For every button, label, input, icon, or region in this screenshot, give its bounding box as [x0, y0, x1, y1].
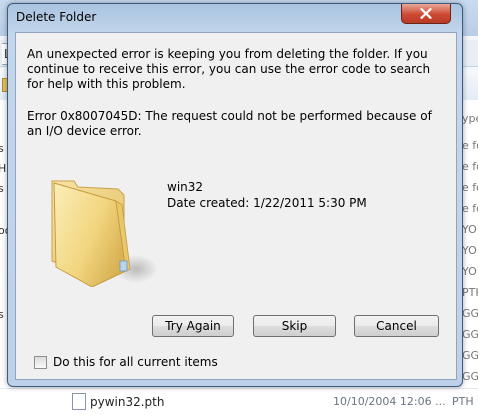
type-cell-fragment: e fo	[462, 202, 478, 215]
error-code-message: Error 0x8007045D: The request could not …	[27, 109, 432, 138]
delete-folder-dialog: Delete Folder An unexpected error is kee…	[7, 3, 463, 387]
type-cell-fragment: YO	[462, 265, 477, 278]
apply-to-all-option[interactable]: Do this for all current items	[34, 355, 218, 369]
apply-to-all-checkbox[interactable]	[34, 355, 47, 369]
type-cell-fragment: GG-	[462, 328, 478, 341]
type-cell-fragment: GG-	[462, 349, 478, 362]
try-again-button[interactable]: Try Again	[152, 315, 234, 337]
type-cell-fragment: YO	[462, 223, 477, 236]
nav-item-fragment[interactable]: s	[0, 308, 4, 321]
type-cell-fragment: e fo	[462, 181, 478, 194]
dialog-title: Delete Folder	[16, 10, 97, 24]
type-cell-fragment: e fo	[462, 139, 478, 152]
error-message: An unexpected error is keeping you from …	[27, 47, 431, 91]
skip-button[interactable]: Skip	[253, 315, 336, 337]
cancel-button[interactable]: Cancel	[354, 315, 439, 337]
type-cell-fragment: GG-	[462, 307, 478, 320]
folder-date-created: Date created: 1/22/2011 5:30 PM	[167, 196, 367, 210]
close-icon	[420, 8, 432, 19]
nav-item-fragment[interactable]: s	[0, 142, 4, 155]
type-cell-fragment: PTH	[462, 286, 478, 299]
close-button[interactable]	[401, 4, 451, 24]
file-name: pywin32.pth	[90, 395, 165, 409]
file-date: 10/10/2004 12:06 ...	[333, 395, 446, 408]
apply-to-all-label[interactable]: Do this for all current items	[53, 355, 218, 369]
file-list-row[interactable]: pywin32.pth 10/10/2004 12:06 ... PTH	[0, 388, 478, 415]
file-icon	[72, 393, 86, 410]
nav-item-fragment[interactable]: s	[0, 182, 4, 195]
folder-name: win32	[167, 180, 204, 194]
type-cell-fragment: GG-	[462, 370, 478, 383]
type-cell-fragment: YO	[462, 244, 477, 257]
dialog-content: An unexpected error is keeping you from …	[15, 32, 457, 380]
type-cell-fragment: ype	[462, 112, 478, 125]
background-type-column: ype e fo e fo e fo e fo YO YO YO PTH GG-…	[462, 100, 478, 390]
folder-icon	[51, 180, 156, 287]
type-cell-fragment: e fo	[462, 160, 478, 173]
file-type: PTH	[452, 395, 474, 408]
